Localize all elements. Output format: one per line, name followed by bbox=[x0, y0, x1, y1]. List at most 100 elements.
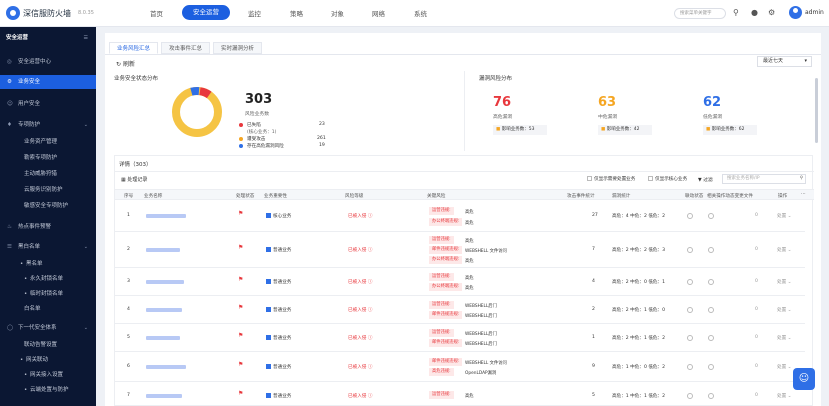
nav-security-ops[interactable]: 安全运营 bbox=[182, 5, 230, 20]
tab-business-risk[interactable]: 业务风险汇总 bbox=[109, 42, 159, 54]
sidebar-item-sensitive[interactable]: 敏感安全专项防护 bbox=[0, 201, 96, 212]
vuln-mid-label: 中危漏洞 bbox=[598, 115, 618, 120]
handle-record-button[interactable]: ▦ 处理记录 bbox=[121, 176, 147, 183]
nav-monitor[interactable]: 监控 bbox=[248, 8, 261, 18]
table-row[interactable]: 5 ⚑ 普通业务 已被入侵 ⓘ 运营违规: WEBSHELL后门 邮件违规违规:… bbox=[115, 324, 805, 352]
table-row[interactable]: 6 ⚑ 普通业务 已被入侵 ⓘ 邮件违规违规: WEBSHELL 文件访问 高危… bbox=[115, 352, 805, 382]
row-no: 2 bbox=[127, 247, 130, 252]
vuln-stats[interactable]: 高危：2 中危：1 低危：0 bbox=[612, 307, 665, 313]
legend-label: 已失陷 bbox=[247, 123, 261, 128]
risk-total-label: 风险业务数 bbox=[245, 112, 269, 117]
attack-count[interactable]: 1 bbox=[592, 335, 595, 340]
attack-count[interactable]: 5 bbox=[592, 393, 595, 398]
help-robot-icon[interactable]: ☺ bbox=[793, 368, 815, 390]
sidebar-item-black-white-list[interactable]: ☰ 黑白名单 ⌄ bbox=[0, 240, 96, 254]
time-range-select[interactable]: 最近七天 ▾ bbox=[757, 56, 812, 67]
sidebar-item-next-gen[interactable]: ◯ 下一代安全体系 ⌄ bbox=[0, 321, 96, 335]
detail-search-input[interactable]: 搜索业务名称/IP ⚲ bbox=[722, 174, 806, 184]
dot-icon: • bbox=[24, 372, 28, 378]
vuln-stats[interactable]: 高危：2 中危：0 低危：1 bbox=[612, 279, 665, 285]
sidebar-item-gateway-access[interactable]: • 网关接入设置 bbox=[0, 370, 96, 381]
username[interactable]: admin bbox=[805, 9, 824, 16]
sidebar-item-ops-center[interactable]: ◎ 安全运营中心 bbox=[0, 55, 96, 69]
table-row[interactable]: 7 ⚑ 普通业务 已被入侵 ⓘ 运营违规: 高危 5 高危：1 中危：1 低危：… bbox=[115, 382, 805, 406]
filter-unprocessed-checkbox[interactable]: 仅显示需要处置业务 bbox=[587, 176, 635, 182]
business-name-redacted[interactable] bbox=[146, 280, 184, 284]
business-name-redacted[interactable] bbox=[146, 214, 186, 218]
nav-object[interactable]: 对象 bbox=[331, 8, 344, 18]
sidebar-item-alert-settings[interactable]: 联动告警设置 bbox=[0, 340, 96, 351]
vuln-high-value: 76 bbox=[493, 95, 512, 110]
sidebar-item-cloud-service[interactable]: 云服务识别防护 bbox=[0, 185, 96, 196]
avatar[interactable] bbox=[789, 6, 802, 19]
search-icon[interactable]: ⚲ bbox=[733, 8, 739, 17]
nav-system[interactable]: 系统 bbox=[414, 8, 427, 18]
table-row[interactable]: 4 ⚑ 普通业务 已被入侵 ⓘ 运营违规: WEBSHELL后门 邮件违规违规:… bbox=[115, 296, 805, 324]
risk-level: 已被入侵 ⓘ bbox=[348, 280, 373, 285]
action-dropdown[interactable]: 处置 ⌄ bbox=[777, 393, 792, 399]
sidebar-item-user-security[interactable]: ☺ 用户安全 bbox=[0, 97, 96, 111]
business-name-redacted[interactable] bbox=[146, 336, 180, 340]
table-row[interactable]: 3 ⚑ 普通业务 已被入侵 ⓘ 运营违规: 高危 办公终端违规: 高危 4 高危… bbox=[115, 268, 805, 296]
action-dropdown[interactable]: 处置 ⌄ bbox=[777, 247, 792, 253]
vuln-low-value: 62 bbox=[703, 95, 722, 110]
row-no: 5 bbox=[127, 335, 130, 340]
sidebar-item-asset-mgmt[interactable]: 业务资产管理 bbox=[0, 137, 96, 148]
attack-count[interactable]: 4 bbox=[592, 279, 595, 284]
scrollbar-thumb[interactable] bbox=[815, 78, 818, 143]
business-name-redacted[interactable] bbox=[146, 248, 180, 252]
action-dropdown[interactable]: 处置 ⌄ bbox=[777, 364, 792, 370]
vuln-stats[interactable]: 高危：1 中危：0 低危：2 bbox=[612, 364, 665, 370]
sidebar-item-permanent-block[interactable]: • 永久封锁名单 bbox=[0, 274, 96, 285]
more-columns-icon[interactable]: ⋯ bbox=[801, 192, 806, 197]
sidebar-item-hot-events[interactable]: ♨ 热点事件预警 bbox=[0, 220, 96, 234]
risk-value: WEBSHELL后门 bbox=[465, 332, 497, 337]
action-dropdown[interactable]: 处置 ⌄ bbox=[777, 335, 792, 341]
file-change-icon bbox=[708, 279, 714, 285]
nav-network[interactable]: 网络 bbox=[372, 8, 385, 18]
sidebar-item-cloud-disposal[interactable]: • 云端处置与防护 bbox=[0, 385, 96, 396]
linkage-status-icon bbox=[687, 364, 693, 370]
file-change-icon bbox=[708, 335, 714, 341]
collapse-menu-icon[interactable]: ☰ bbox=[84, 31, 88, 45]
action-dropdown[interactable]: 处置 ⌄ bbox=[777, 279, 792, 285]
business-name-redacted[interactable] bbox=[146, 308, 182, 312]
tab-realtime-vuln[interactable]: 实时漏洞分析 bbox=[213, 42, 263, 54]
attack-count[interactable]: 27 bbox=[592, 213, 598, 218]
table-row[interactable]: 2 ⚑ 普通业务 已被入侵 ⓘ 运营违规: 高危 邮件违规违规: WEBSHEL… bbox=[115, 232, 805, 268]
sidebar-item-whitelist[interactable]: 白名单 bbox=[0, 304, 96, 315]
business-name-redacted[interactable] bbox=[146, 394, 182, 398]
refresh-button[interactable]: ↻ 刷新 bbox=[116, 59, 135, 68]
vuln-stats[interactable]: 高危：4 中危：2 低危：2 bbox=[612, 213, 665, 219]
tab-attack-events[interactable]: 攻击事件汇总 bbox=[161, 42, 211, 54]
sidebar-item-special-protection[interactable]: ♦ 专项防护 ⌄ bbox=[0, 118, 96, 132]
attack-count[interactable]: 9 bbox=[592, 364, 595, 369]
sidebar-item-ransomware[interactable]: 勒索专项防护 bbox=[0, 153, 96, 164]
action-dropdown[interactable]: 处置 ⌄ bbox=[777, 213, 792, 219]
table-row[interactable]: 1 ⚑ 核心业务 已被入侵 ⓘ 运营违规: 高危 办公终端违规: 高危 27 高… bbox=[115, 201, 805, 232]
global-search-input[interactable]: 搜索菜单关键字 bbox=[674, 8, 726, 19]
vuln-stats[interactable]: 高危：1 中危：1 低危：2 bbox=[612, 393, 665, 399]
attack-count[interactable]: 2 bbox=[592, 307, 595, 312]
nav-policy[interactable]: 策略 bbox=[290, 8, 303, 18]
vuln-mid-affected[interactable]: ■ 影响业务数：42 bbox=[598, 125, 652, 135]
bell-icon[interactable]: ● bbox=[751, 8, 758, 17]
vuln-high-affected[interactable]: ■ 影响业务数：53 bbox=[493, 125, 547, 135]
sidebar-item-business-security[interactable]: ⚙ 业务安全 bbox=[0, 75, 96, 89]
action-dropdown[interactable]: 处置 ⌄ bbox=[777, 307, 792, 313]
attack-count[interactable]: 7 bbox=[592, 247, 595, 252]
vuln-stats[interactable]: 高危：2 中危：1 低危：2 bbox=[612, 335, 665, 341]
list-icon: ☰ bbox=[7, 244, 12, 250]
sidebar-item-blacklist[interactable]: • 黑名单 bbox=[0, 259, 96, 270]
sidebar-item-temp-block[interactable]: • 临时封锁名单 bbox=[0, 289, 96, 300]
status-title: 业务安全状态分布 bbox=[114, 76, 159, 82]
business-name-redacted[interactable] bbox=[146, 365, 186, 369]
vuln-stats[interactable]: 高危：2 中危：2 低危：3 bbox=[612, 247, 665, 253]
nav-home[interactable]: 首页 bbox=[150, 8, 163, 18]
filter-core-checkbox[interactable]: 仅显示核心业务 bbox=[648, 176, 687, 182]
filter-button[interactable]: ▼ 过滤 bbox=[698, 176, 713, 183]
sidebar-item-gateway-linkage[interactable]: • 网关联动 bbox=[0, 355, 96, 366]
sidebar-item-threat-hunting[interactable]: 主动威胁狩猎 bbox=[0, 169, 96, 180]
vuln-low-affected[interactable]: ■ 影响业务数：62 bbox=[703, 125, 757, 135]
gear-icon[interactable]: ⚙ bbox=[768, 8, 775, 17]
